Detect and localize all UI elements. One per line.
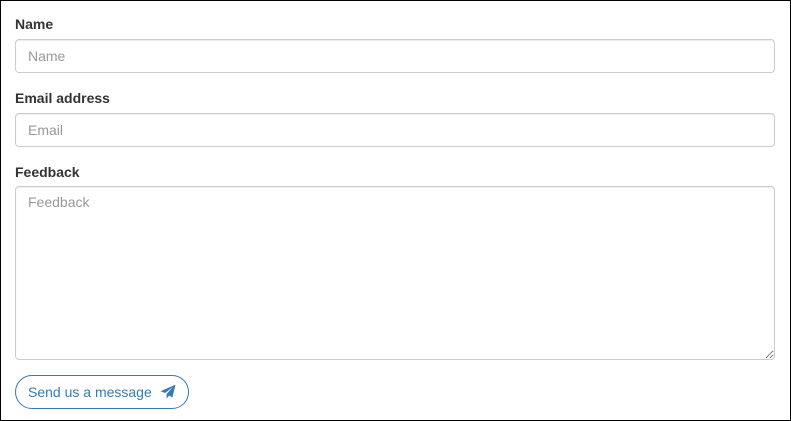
name-label: Name <box>15 16 54 32</box>
feedback-textarea[interactable] <box>15 186 775 360</box>
send-message-button[interactable]: Send us a message <box>15 375 189 409</box>
feedback-form: Name Email address Feedback Send us a me… <box>0 0 791 421</box>
feedback-label: Feedback <box>15 164 80 180</box>
paper-plane-icon <box>160 384 176 400</box>
email-input[interactable] <box>15 113 775 147</box>
send-message-label: Send us a message <box>28 384 152 400</box>
email-label: Email address <box>15 90 110 106</box>
name-input[interactable] <box>15 39 775 73</box>
